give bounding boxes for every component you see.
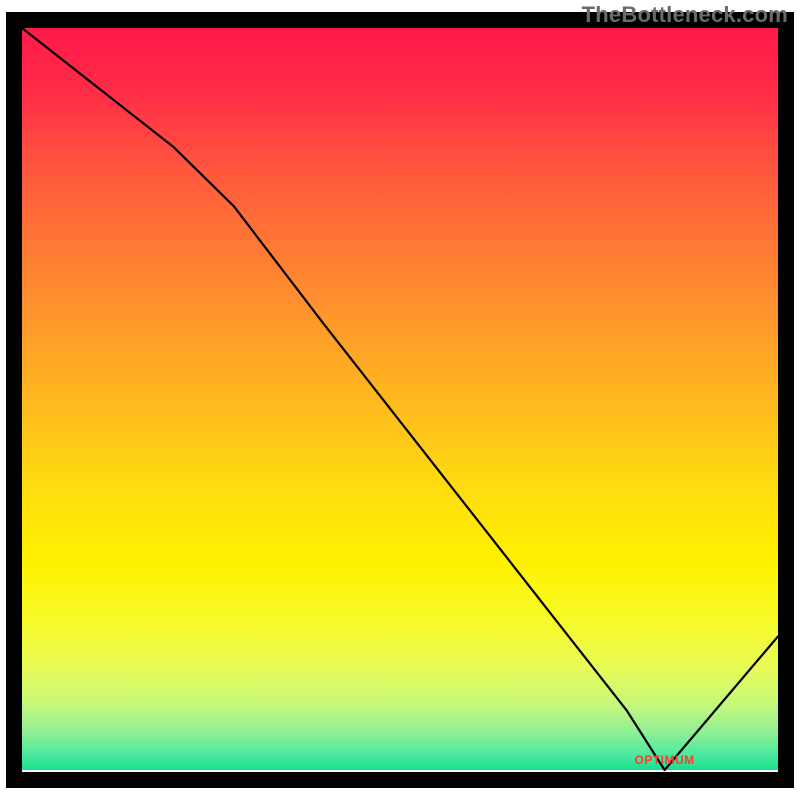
gradient-background [22, 28, 778, 770]
watermark-text: TheBottleneck.com [582, 2, 788, 28]
chart-frame: TheBottleneck.com [0, 0, 800, 800]
plot-area: OPTIMUM [14, 20, 786, 780]
optimum-marker-label: OPTIMUM [635, 753, 695, 767]
bottleneck-chart: OPTIMUM [0, 0, 800, 800]
